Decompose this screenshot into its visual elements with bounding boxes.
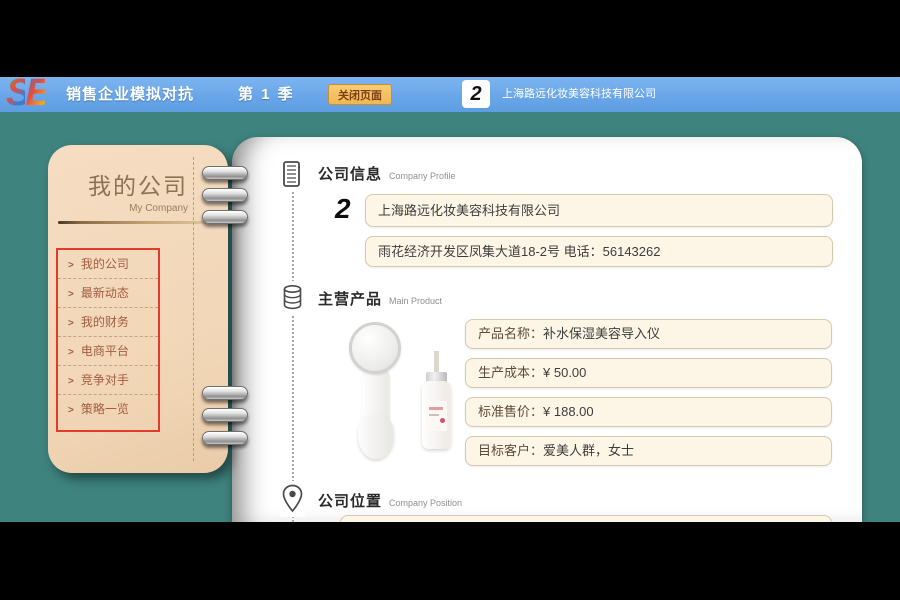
section-title: 主营产品 bbox=[318, 291, 382, 308]
section-title: 公司信息 bbox=[318, 166, 382, 183]
sidebar-menu-highlighted: > 我的公司 > 最新动态 > 我的财务 > 电商平台 > 竞争对手 > 策略一览 bbox=[56, 248, 160, 432]
app-title: 销售企业模拟对抗 bbox=[66, 77, 194, 112]
section-header-company-position: 公司位置 Company Position bbox=[318, 490, 462, 511]
target-customer-field: 目标客户：爱美人群，女士 bbox=[465, 436, 832, 466]
location-pin-icon bbox=[280, 481, 305, 517]
sidebar-stitch-line bbox=[193, 157, 194, 461]
chevron-right-icon: > bbox=[68, 260, 74, 271]
beauty-device-grip bbox=[358, 413, 394, 459]
company-address-field: 雨花经济开发区凤集大道18-2号 电话：56143262 bbox=[365, 236, 833, 267]
topbar-company-name: 上海路远化妆美容科技有限公司 bbox=[502, 77, 656, 112]
close-page-button[interactable]: 关闭页面 bbox=[328, 84, 392, 105]
company-logo-icon: 2 bbox=[462, 80, 490, 108]
notebook-page: 公司信息 Company Profile 2 上海路远化妆美容科技有限公司 雨花经… bbox=[232, 137, 862, 522]
notebook-ring-icon bbox=[202, 408, 248, 422]
section-timeline bbox=[292, 167, 294, 522]
sidebar-subtitle: My Company bbox=[129, 203, 188, 214]
chevron-right-icon: > bbox=[68, 405, 74, 416]
season-label: 第 1 季 bbox=[238, 77, 295, 112]
production-cost-field: 生产成本：¥ 50.00 bbox=[465, 358, 832, 388]
database-icon bbox=[281, 281, 304, 314]
section-subtitle: Company Position bbox=[389, 498, 462, 508]
notebook-ring-icon bbox=[202, 210, 248, 224]
workspace-background: 我的公司 My Company > 我的公司 > 最新动态 > 我的财务 > 电商平台 … bbox=[0, 112, 900, 522]
sidebar-item-label: 最新动态 bbox=[81, 286, 129, 300]
chevron-right-icon: > bbox=[68, 289, 74, 300]
sidebar-item-strategy-overview[interactable]: > 策略一览 bbox=[58, 395, 158, 424]
notebook-ring-icon bbox=[202, 188, 248, 202]
notebook-ring-icon bbox=[202, 386, 248, 400]
sidebar-item-label: 我的公司 bbox=[81, 257, 129, 271]
sidebar-item-label: 我的财务 bbox=[81, 315, 129, 329]
serum-bottle-label bbox=[426, 401, 447, 431]
beauty-device-head bbox=[349, 322, 401, 374]
letterbox-bottom bbox=[0, 522, 900, 600]
sidebar-item-my-company[interactable]: > 我的公司 bbox=[58, 250, 158, 279]
se-app-logo-icon: SE bbox=[6, 73, 45, 113]
sidebar-item-label: 电商平台 bbox=[81, 344, 129, 358]
company-position-field bbox=[340, 515, 832, 522]
sidebar-item-ecommerce-platform[interactable]: > 电商平台 bbox=[58, 337, 158, 366]
sidebar-item-label: 竞争对手 bbox=[81, 373, 129, 387]
sidebar-item-my-finance[interactable]: > 我的财务 bbox=[58, 308, 158, 337]
sidebar-title: 我的公司 bbox=[48, 167, 228, 201]
section-subtitle: Main Product bbox=[389, 296, 442, 306]
sidebar: 我的公司 My Company > 我的公司 > 最新动态 > 我的财务 > 电商平台 … bbox=[48, 145, 228, 473]
company-name-field: 上海路远化妆美容科技有限公司 bbox=[365, 194, 833, 227]
notebook-ring-icon bbox=[202, 166, 248, 180]
section-header-company-profile: 公司信息 Company Profile bbox=[318, 163, 456, 184]
top-navbar: SE 销售企业模拟对抗 第 1 季 关闭页面 2 上海路远化妆美容科技有限公司 bbox=[0, 77, 900, 112]
letterbox-top bbox=[0, 0, 900, 77]
section-subtitle: Company Profile bbox=[389, 171, 456, 181]
chevron-right-icon: > bbox=[68, 347, 74, 358]
section-header-main-product: 主营产品 Main Product bbox=[318, 288, 442, 309]
standard-price-field: 标准售价：¥ 188.00 bbox=[465, 397, 832, 427]
sidebar-item-competitors[interactable]: > 竞争对手 bbox=[58, 366, 158, 395]
building-icon bbox=[280, 157, 303, 191]
chevron-right-icon: > bbox=[68, 376, 74, 387]
sidebar-item-label: 策略一览 bbox=[81, 402, 129, 416]
chevron-right-icon: > bbox=[68, 318, 74, 329]
serum-bottle bbox=[422, 381, 451, 449]
product-name-field: 产品名称：补水保湿美容导入仪 bbox=[465, 319, 832, 349]
screen: SE 销售企业模拟对抗 第 1 季 关闭页面 2 上海路远化妆美容科技有限公司 … bbox=[0, 0, 900, 600]
section-title: 公司位置 bbox=[318, 493, 382, 510]
notebook-ring-icon bbox=[202, 431, 248, 445]
company-logo-icon: 2 bbox=[335, 193, 351, 225]
sidebar-divider bbox=[58, 221, 214, 224]
sidebar-item-latest-news[interactable]: > 最新动态 bbox=[58, 279, 158, 308]
